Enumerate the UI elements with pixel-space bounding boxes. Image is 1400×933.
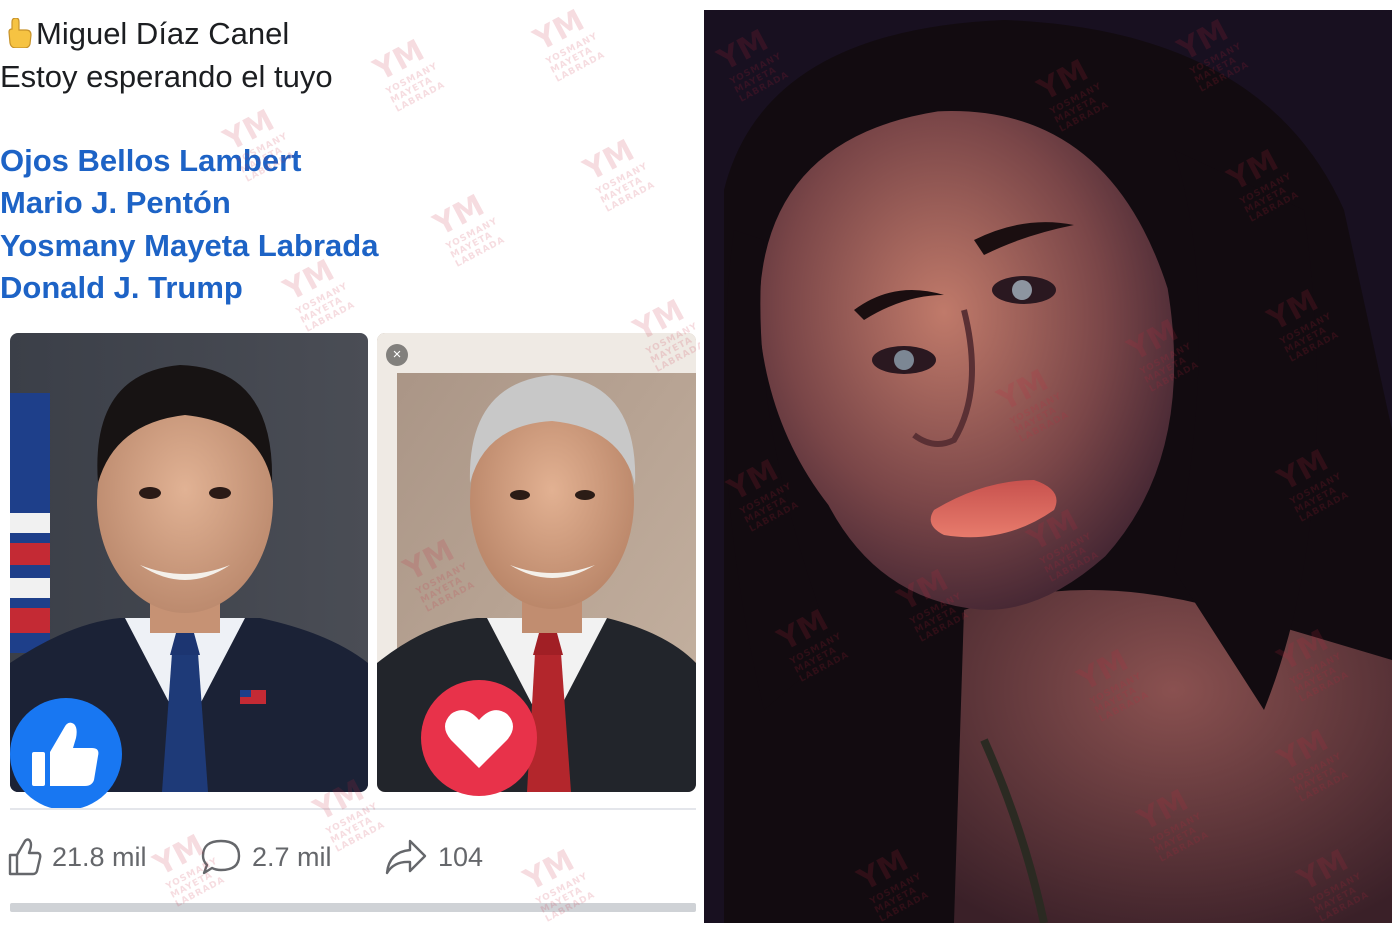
like-button[interactable]: 21.8 mil — [8, 835, 147, 879]
portrait-photo: YMYOSMANYMAYETALABRADA YMYOSMANYMAYETALA… — [704, 10, 1392, 923]
author-name: Miguel Díaz Canel — [36, 16, 290, 51]
heart-icon — [445, 710, 513, 768]
tag-donald-trump[interactable]: Donald J. Trump — [0, 270, 243, 306]
share-button[interactable]: 104 — [384, 835, 483, 879]
watermark-logo: YMYOSMANYMAYETALABRADA — [578, 133, 658, 215]
watermark-logo: YMYOSMANYMAYETALABRADA — [518, 843, 597, 925]
love-reaction-icon[interactable] — [421, 680, 537, 796]
comment-button[interactable]: 2.7 mil — [200, 835, 332, 879]
watermark-logo: YMYOSMANYMAYETALABRADA — [428, 188, 508, 270]
tag-yosmany-mayeta-labrada[interactable]: Yosmany Mayeta Labrada — [0, 228, 378, 264]
scrollbar[interactable] — [10, 903, 696, 912]
comment-count: 2.7 mil — [252, 841, 332, 872]
watermark-logo: YMYOSMANYMAYETALABRADA — [368, 33, 448, 115]
post-divider — [10, 808, 696, 810]
tag-mario-penton[interactable]: Mario J. Pentón — [0, 185, 231, 221]
speech-bubble-icon — [201, 839, 241, 875]
close-icon[interactable]: × — [386, 344, 408, 366]
like-reaction-icon[interactable] — [10, 698, 122, 810]
watermark-logo: YMYOSMANYMAYETALABRADA — [528, 3, 608, 85]
share-count: 104 — [438, 841, 484, 872]
like-count: 21.8 mil — [52, 841, 147, 872]
thumbs-up-icon — [32, 722, 99, 786]
post-message: Estoy esperando el tuyo — [0, 59, 333, 94]
facebook-post-screenshot: Miguel Díaz Canel Estoy esperando el tuy… — [0, 0, 700, 933]
thumbs-up-outline-icon — [8, 838, 42, 876]
pointing-hand-emoji-icon — [8, 18, 32, 48]
photo-young-woman-selfie — [704, 10, 1392, 923]
tag-ojos-bellos-lambert[interactable]: Ojos Bellos Lambert — [0, 143, 301, 179]
share-arrow-icon — [385, 839, 427, 875]
post-author-line: Miguel Díaz Canel — [6, 16, 289, 52]
